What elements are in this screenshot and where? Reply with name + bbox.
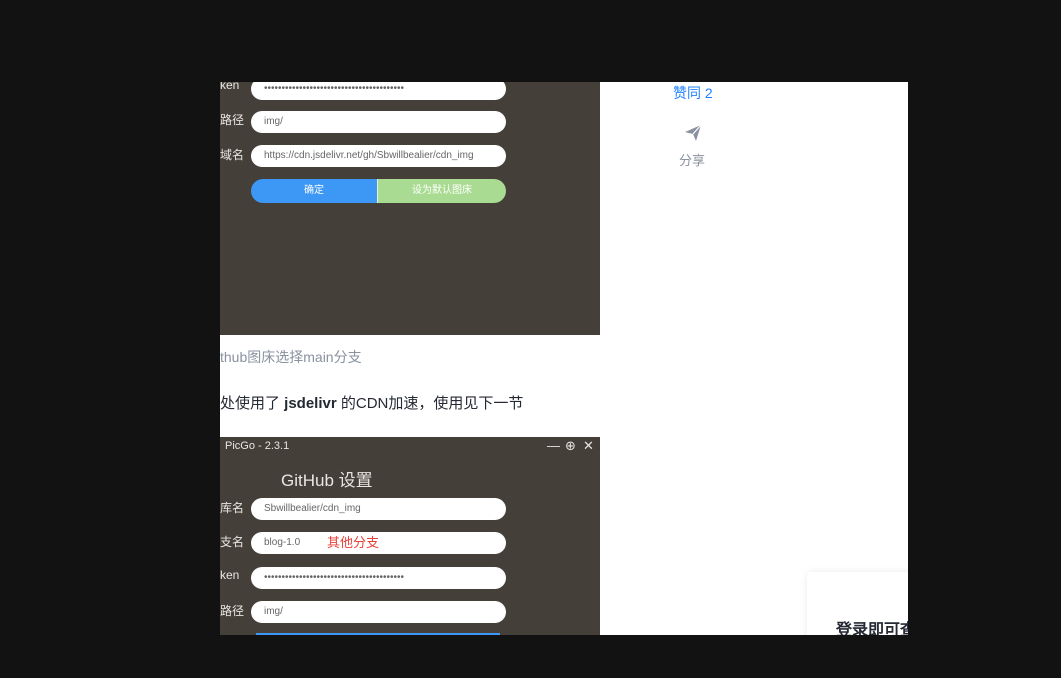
login-prompt: 登录即可查 bbox=[836, 622, 908, 635]
paragraph-prefix: 处使用了 bbox=[220, 395, 285, 412]
repo-field: Sbwillbealier/cdn_img bbox=[251, 498, 506, 520]
token-field: •••••••••••••••••••••••••••••••••••••••• bbox=[251, 82, 506, 100]
pin-icon: ⊕ bbox=[565, 438, 576, 453]
confirm-button: 确定 bbox=[251, 179, 377, 203]
send-icon[interactable] bbox=[684, 124, 702, 142]
paragraph-suffix: 的CDN加速，使用见下一节 bbox=[336, 395, 524, 412]
token-label: ken bbox=[220, 568, 240, 582]
picgo-button-group: 确定 设为默认图床 bbox=[251, 179, 506, 203]
close-icon: ✕ bbox=[583, 438, 594, 453]
login-card[interactable]: 登录即可查 bbox=[807, 572, 908, 635]
article-paragraph: 处使用了 jsdelivr 的CDN加速，使用见下一节 bbox=[220, 392, 523, 413]
paragraph-bold: jsdelivr bbox=[284, 395, 337, 412]
minimize-icon: — bbox=[547, 438, 560, 453]
domain-field: https://cdn.jsdelivr.net/gh/Sbwillbealie… bbox=[251, 145, 506, 167]
image-caption: thub图床选择main分支 bbox=[220, 349, 362, 365]
branch-label: 支名 bbox=[220, 535, 245, 549]
path-label: 路径 bbox=[220, 604, 245, 618]
path-field: img/ bbox=[251, 601, 506, 623]
set-default-button: 设为默认图床 bbox=[377, 179, 506, 203]
github-settings-heading: GitHub 设置 bbox=[281, 471, 373, 490]
token-field: •••••••••••••••••••••••••••••••••••••••• bbox=[251, 567, 506, 589]
path-label: 路径 bbox=[220, 113, 245, 127]
picgo-screenshot-bottom: PicGo - 2.3.1 — ⊕ ✕ GitHub 设置 库名 Sbwillb… bbox=[220, 437, 600, 635]
share-label[interactable]: 分享 bbox=[679, 150, 705, 169]
window-title: PicGo - 2.3.1 bbox=[225, 440, 290, 452]
button-edge bbox=[256, 633, 500, 635]
domain-label: 域名 bbox=[220, 148, 245, 162]
token-label: ken bbox=[220, 82, 240, 92]
branch-annotation: 其他分支 bbox=[327, 535, 380, 550]
article-viewport: ken ••••••••••••••••••••••••••••••••••••… bbox=[220, 82, 908, 635]
path-field: img/ bbox=[251, 111, 506, 133]
like-button[interactable]: 赞同 2 bbox=[673, 83, 713, 103]
repo-label: 库名 bbox=[220, 501, 245, 515]
picgo-screenshot-top: ken ••••••••••••••••••••••••••••••••••••… bbox=[220, 82, 600, 335]
